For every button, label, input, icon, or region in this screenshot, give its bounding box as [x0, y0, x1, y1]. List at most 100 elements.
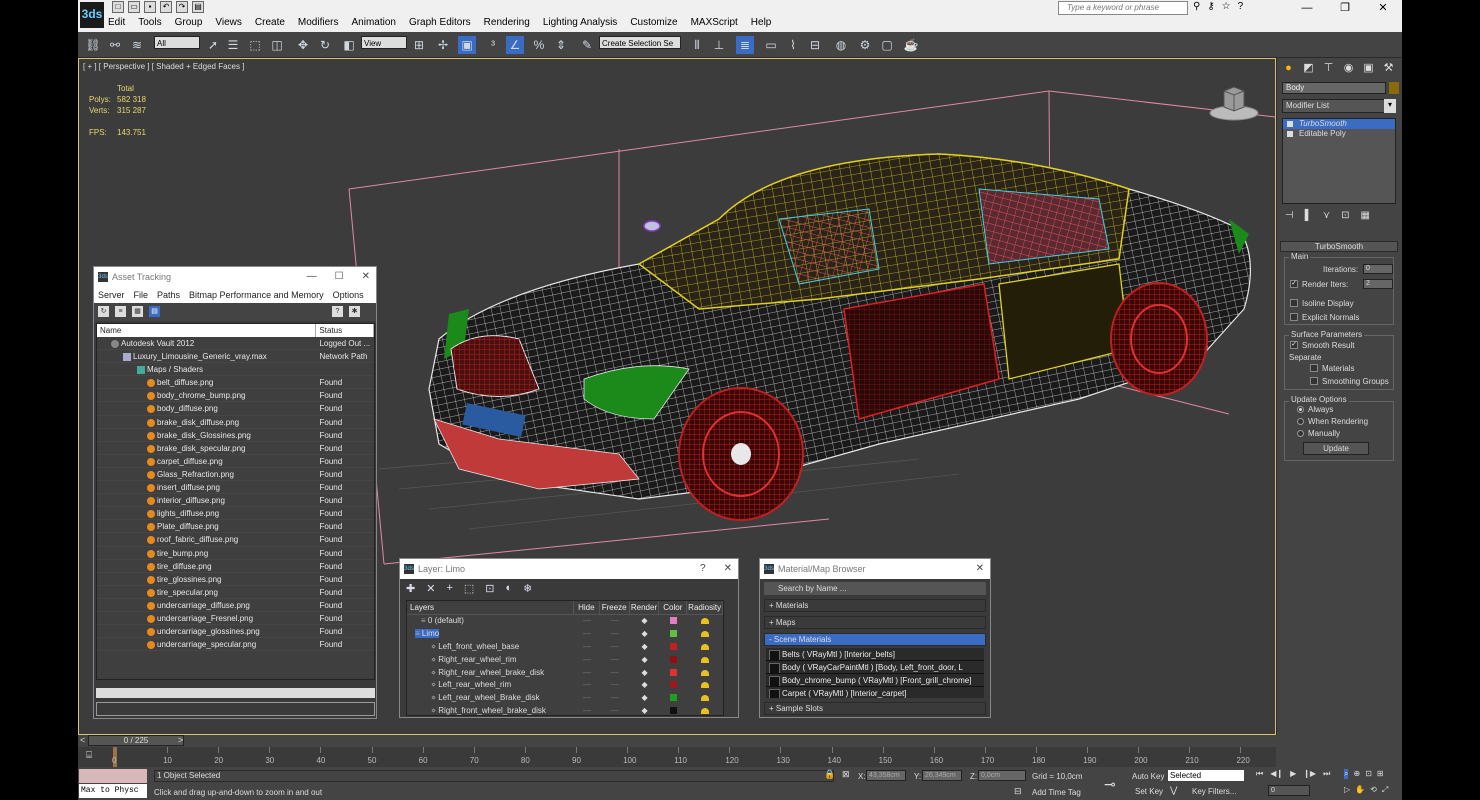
- curve-editor-icon[interactable]: ⌇: [784, 36, 802, 54]
- render-teapot-icon[interactable]: ◆: [630, 692, 660, 705]
- link-icon[interactable]: ⛓: [84, 36, 102, 54]
- current-frame-field[interactable]: 0: [1268, 785, 1310, 796]
- maxscript-listener-output[interactable]: [79, 769, 147, 783]
- menu-rendering[interactable]: Rendering: [484, 17, 530, 28]
- menu-create[interactable]: Create: [255, 17, 285, 28]
- layer-col-layers[interactable]: Layers: [407, 601, 574, 614]
- render-teapot-icon[interactable]: ◆: [630, 628, 660, 641]
- curve-editor-mini-icon[interactable]: ⌸: [86, 750, 92, 761]
- save-icon[interactable]: ▪: [144, 1, 156, 13]
- layer-color-swatch[interactable]: [669, 655, 677, 663]
- render-teapot-icon[interactable]: ◆: [630, 679, 660, 692]
- horizontal-scrollbar[interactable]: [96, 688, 375, 698]
- scene-material-item[interactable]: Belts ( VRayMtl ) [Interior_belts]: [766, 648, 984, 661]
- delete-layer-icon[interactable]: ✕: [426, 582, 435, 595]
- align-icon[interactable]: ⊥: [710, 36, 728, 54]
- next-frame-arrow-icon[interactable]: >: [178, 735, 183, 745]
- binoculars-icon[interactable]: ⚲: [1193, 1, 1200, 12]
- scene-material-item[interactable]: Body_chrome_bump ( VRayMtl ) [Front_gril…: [766, 674, 984, 687]
- asset-row[interactable]: lights_diffuse.png Found: [97, 507, 374, 521]
- vault-settings-icon[interactable]: ✱: [349, 306, 360, 317]
- layer-color-swatch[interactable]: [669, 617, 677, 624]
- minimize-icon[interactable]: —: [1288, 0, 1326, 16]
- zoom-icon[interactable]: ⌕: [1344, 769, 1349, 779]
- iterations-spinner[interactable]: 0: [1363, 264, 1393, 274]
- refresh-icon[interactable]: ↻: [98, 306, 109, 317]
- time-slider-handle[interactable]: 0 / 225: [88, 735, 184, 746]
- z-coordinate-field[interactable]: 0,0cm: [978, 770, 1026, 781]
- layer-color-swatch[interactable]: [669, 694, 677, 702]
- scale-icon[interactable]: ◧: [340, 36, 358, 54]
- display-tab-icon[interactable]: ▣: [1361, 61, 1376, 75]
- hide-toggle[interactable]: —: [574, 654, 600, 667]
- orbit-icon[interactable]: ⟲: [1370, 785, 1377, 795]
- layer-titlebar[interactable]: 3ds Layer: Limo ? ✕: [400, 559, 738, 579]
- asset-row[interactable]: insert_diffuse.png Found: [97, 481, 374, 495]
- close-icon[interactable]: ✕: [976, 559, 984, 579]
- asset-row[interactable]: Maps / Shaders: [97, 363, 374, 377]
- layer-manager-icon[interactable]: ≣: [736, 36, 754, 54]
- layer-row[interactable]: ≡ 0 (default) — — ◆: [407, 615, 723, 628]
- thumbnail-icon[interactable]: ▦: [132, 306, 143, 317]
- radiosity-lamp-icon[interactable]: [701, 669, 710, 676]
- configure-sets-icon[interactable]: ▦: [1361, 210, 1370, 221]
- render-iters-spinner[interactable]: 2: [1363, 279, 1393, 289]
- close-icon[interactable]: ✕: [724, 559, 732, 579]
- close-icon[interactable]: ✕: [1364, 0, 1402, 16]
- object-color-swatch[interactable]: [1389, 82, 1399, 94]
- add-to-layer-icon[interactable]: +: [446, 582, 452, 594]
- restore-icon[interactable]: ❐: [1326, 0, 1364, 16]
- menu-group[interactable]: Group: [175, 17, 203, 28]
- table-view-icon[interactable]: ▤: [149, 306, 160, 317]
- app-logo[interactable]: 3ds: [80, 2, 104, 28]
- smoothing-groups-checkbox[interactable]: [1310, 377, 1318, 385]
- new-layer-icon[interactable]: ✚: [406, 582, 415, 595]
- layer-color-swatch[interactable]: [669, 681, 677, 689]
- named-selection-set-select[interactable]: Create Selection Se: [599, 36, 681, 49]
- freeze-toggle[interactable]: —: [600, 615, 630, 628]
- asset-row[interactable]: carpet_diffuse.png Found: [97, 455, 374, 468]
- asset-row[interactable]: brake_disk_diffuse.png Found: [97, 416, 374, 429]
- hide-toggle[interactable]: —: [574, 628, 600, 641]
- freeze-toggle[interactable]: —: [600, 692, 630, 705]
- asset-menu-bitmap-performance-and-memory[interactable]: Bitmap Performance and Memory: [189, 287, 324, 303]
- maxscript-listener-input[interactable]: Max to Physc: [79, 784, 147, 798]
- rect-selection-icon[interactable]: ⬚: [246, 36, 264, 54]
- next-frame-icon[interactable]: ❙▶: [1303, 769, 1316, 779]
- turbosmooth-rollout-title[interactable]: TurboSmooth: [1280, 241, 1398, 252]
- layer-col-radiosity[interactable]: Radiosity: [687, 601, 723, 614]
- asset-row[interactable]: Luxury_Limousine_Generic_vray.max Network…: [97, 350, 374, 364]
- snaps-toggle-icon[interactable]: ³: [484, 36, 502, 54]
- y-coordinate-field[interactable]: 26,349cm: [922, 770, 962, 781]
- menu-modifiers[interactable]: Modifiers: [298, 17, 339, 28]
- prev-frame-arrow-icon[interactable]: <: [80, 735, 85, 745]
- layer-row[interactable]: ⋄ Left_front_wheel_base — — ◆: [407, 641, 723, 654]
- schematic-view-icon[interactable]: ⊟: [806, 36, 824, 54]
- select-in-layer-icon[interactable]: ⬚: [464, 582, 474, 595]
- freeze-all-icon[interactable]: ❄: [523, 582, 532, 595]
- maximize-icon[interactable]: ☐: [335, 267, 344, 287]
- modify-tab-icon[interactable]: ◩: [1301, 61, 1316, 75]
- open-file-icon[interactable]: ▭: [128, 1, 140, 13]
- materials-checkbox[interactable]: [1310, 364, 1318, 372]
- pivot-center-icon[interactable]: ⊞: [410, 36, 428, 54]
- radiosity-lamp-icon[interactable]: [701, 695, 710, 702]
- hierarchy-tab-icon[interactable]: ⊤: [1321, 61, 1336, 75]
- spinner-snap-icon[interactable]: ⇕: [552, 36, 570, 54]
- hide-toggle[interactable]: —: [574, 641, 600, 654]
- object-name-field[interactable]: Body: [1282, 82, 1386, 94]
- show-end-result-icon[interactable]: ▌: [1305, 210, 1312, 221]
- smooth-result-checkbox[interactable]: ✓: [1290, 341, 1298, 349]
- move-icon[interactable]: ✥: [294, 36, 312, 54]
- zoom-extents-icon[interactable]: ⊡: [1365, 769, 1372, 779]
- menu-maxscript[interactable]: MAXScript: [691, 17, 738, 28]
- make-unique-icon[interactable]: ⋎: [1323, 210, 1330, 221]
- layer-color-swatch[interactable]: [669, 668, 677, 676]
- help-icon[interactable]: ?: [700, 559, 706, 579]
- render-teapot-icon[interactable]: ◆: [630, 641, 660, 654]
- rendered-frame-icon[interactable]: ▢: [878, 36, 896, 54]
- asset-row[interactable]: body_chrome_bump.png Found: [97, 389, 374, 403]
- help-icon[interactable]: ?: [1238, 1, 1244, 12]
- key-mode-select[interactable]: Selected: [1168, 770, 1244, 781]
- material-search-input[interactable]: Search by Name ...: [764, 582, 986, 595]
